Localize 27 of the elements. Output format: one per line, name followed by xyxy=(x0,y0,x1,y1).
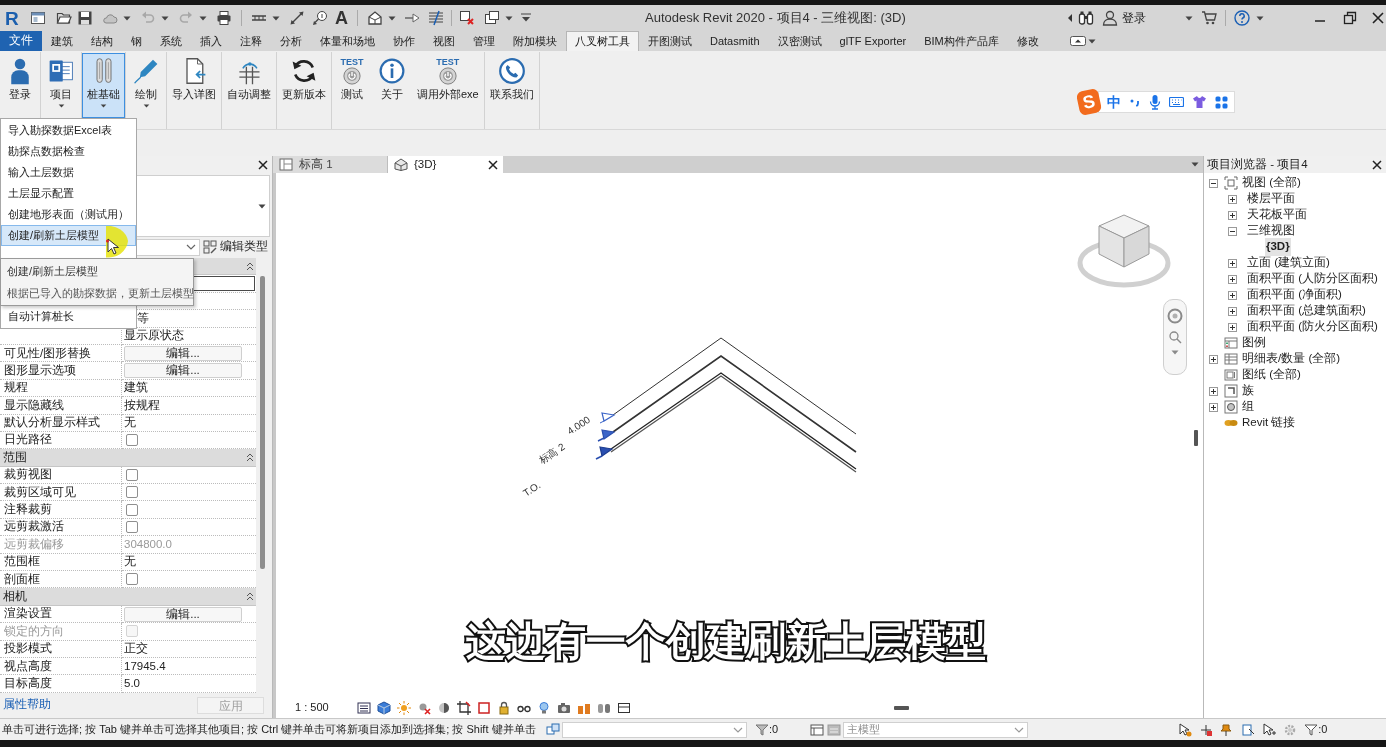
property-value: 等 xyxy=(137,310,149,326)
level-elevation: 4.000 xyxy=(565,413,593,437)
property-label: 目标高度 xyxy=(0,675,122,693)
level-name: T.O. xyxy=(521,479,543,499)
window-title: Autodesk Revit 2020 - 项目4 - 三维视图: (3D) xyxy=(645,9,906,28)
tooltip-text: 根据已导入的勘探数据，更新土层模型 xyxy=(7,285,193,301)
property-label: 图形显示选项 xyxy=(0,362,122,380)
level-name: 标高 2 xyxy=(537,441,567,466)
property-label: 锁定的方向 xyxy=(0,623,122,641)
property-value: 5.0 xyxy=(122,675,256,693)
status-hint: 单击可进行选择; 按 Tab 键并单击可选择其他项目; 按 Ctrl 键并单击可将新项目添加到选择集; 按 Shift 键并单击 xyxy=(2,722,537,738)
panel-title: 项目浏览器 - 项目4 xyxy=(1207,156,1308,172)
selection-count: :0 xyxy=(769,722,779,738)
property-label: 注释裁剪 xyxy=(0,501,122,519)
icon-label: TEST xyxy=(340,57,364,67)
dropdown-value: 主模型 xyxy=(847,722,881,738)
property-value: 304800.0 xyxy=(122,536,256,554)
icon-label: TEST xyxy=(436,57,460,67)
property-label: 显示隐藏线 xyxy=(0,397,122,415)
filter-count: :0 xyxy=(1318,722,1328,738)
group-header: 相机 xyxy=(3,589,27,604)
group-header: 范围 xyxy=(3,449,27,465)
property-label: 裁剪区域可见 xyxy=(0,484,122,502)
property-value: 按规程 xyxy=(122,397,256,415)
property-label: 远剪裁偏移 xyxy=(0,536,122,554)
tooltip-title: 创建/刷新土层模型 xyxy=(7,264,100,279)
property-label: 剖面框 xyxy=(0,571,122,589)
